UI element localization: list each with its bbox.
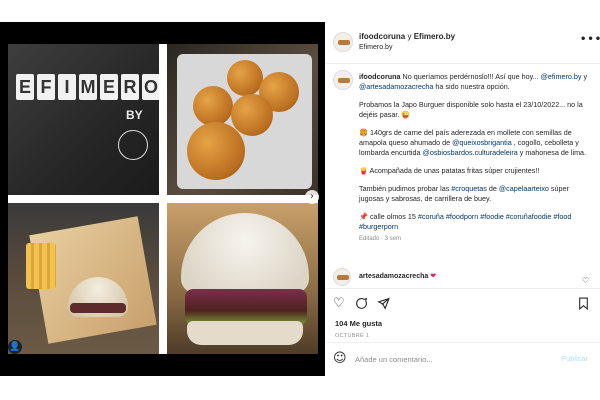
commenter-name[interactable]: artesadamozacrecha	[359, 273, 428, 280]
croquettes-photo	[167, 44, 318, 195]
caption-paragraph: 🍟 Acompañada de unas patatas fritas súpe…	[359, 166, 540, 175]
author-avatar[interactable]	[333, 32, 353, 52]
next-photo-button[interactable]: ›	[305, 190, 319, 204]
croquette	[231, 94, 273, 136]
brand-suffix: BY	[126, 108, 143, 122]
comment-row: artesadamozacrecha ❤	[359, 272, 436, 280]
like-icon[interactable]: ♡	[333, 297, 345, 311]
post-details-panel: ifoodcoruna y Efimero.by Efimero.by ••• …	[325, 22, 600, 376]
mention-link[interactable]: @efimero.by	[541, 72, 582, 81]
croquette	[193, 86, 233, 126]
caption-paragraph: Probamos la Japo Burguer disponible solo…	[359, 100, 583, 119]
burger-bun-top	[181, 213, 309, 293]
conjunction: y	[407, 32, 412, 41]
bookmark-icon[interactable]	[578, 297, 589, 314]
author-names: ifoodcoruna y Efimero.by	[359, 32, 455, 41]
photo-collage: E F I M E R O BY	[8, 44, 318, 354]
user-tag-button[interactable]: 👤	[8, 340, 22, 354]
post-date: OCTUBRE 1	[335, 333, 370, 339]
comment-icon[interactable]	[355, 297, 368, 314]
fries	[26, 243, 56, 289]
edited-timestamp: Editado · 3 sem	[359, 236, 402, 242]
post-media[interactable]: E F I M E R O BY › 👤	[0, 22, 325, 376]
publish-button[interactable]: Publicar	[561, 354, 588, 363]
brand-logo: E F I M E R O	[16, 74, 159, 100]
more-horizontal-icon[interactable]: •••	[580, 34, 600, 45]
coauthor-link[interactable]: Efimero.by	[414, 32, 455, 41]
mention-link[interactable]: @artesadamozacrecha	[359, 82, 433, 91]
burger-bun-bottom	[187, 321, 303, 345]
croquette	[187, 122, 245, 180]
location-subtitle[interactable]: Efimero.by	[359, 44, 392, 51]
comment-input[interactable]	[355, 352, 545, 366]
heart-outline-icon[interactable]: ♡	[582, 276, 589, 285]
burger-closeup-photo	[167, 203, 318, 354]
mention-link[interactable]: @queixosbrigantia	[452, 138, 512, 147]
caption: ifoodcoruna No queríamos perdérnoslo!!! …	[325, 64, 600, 290]
add-comment-bar: ☺ Publicar	[325, 342, 600, 376]
share-icon[interactable]	[377, 297, 390, 314]
brand-seal-icon	[118, 130, 148, 160]
mention-link[interactable]: @osbiosbardos.culturadeleira	[423, 148, 518, 157]
emoji-icon[interactable]: ☺	[333, 351, 347, 366]
caption-author[interactable]: ifoodcoruna	[359, 72, 401, 81]
heart-emoji: ❤	[430, 273, 437, 280]
burger-fries-photo	[8, 203, 159, 354]
post-header: ifoodcoruna y Efimero.by Efimero.by •••	[325, 22, 600, 64]
mention-link[interactable]: @capelaarteixo	[499, 184, 549, 193]
caption-text: ifoodcoruna No queríamos perdérnoslo!!! …	[359, 72, 595, 244]
author-link[interactable]: ifoodcoruna	[359, 32, 405, 41]
burger-filling	[185, 289, 307, 325]
restaurant-sign-photo: E F I M E R O BY	[8, 44, 159, 195]
caption-avatar[interactable]	[333, 70, 353, 90]
likes-count[interactable]: 104 Me gusta	[335, 319, 382, 328]
hashtag-link[interactable]: #croquetas	[451, 184, 487, 193]
croquette	[227, 60, 263, 96]
burger-patty	[70, 303, 126, 313]
commenter-avatar[interactable]	[333, 268, 351, 286]
